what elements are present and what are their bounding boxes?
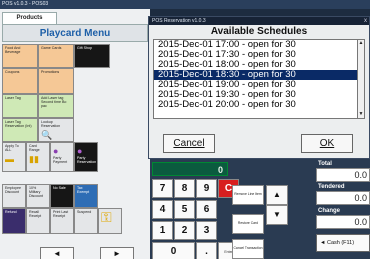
- tile-add-laser-tag[interactable]: Add Laser tag Second time Bo pac: [38, 94, 74, 118]
- tile-promotions[interactable]: Promotions: [38, 68, 74, 94]
- tile-party-reservation[interactable]: ● Party Reservation: [74, 142, 98, 172]
- card-icon: ▬: [5, 154, 14, 164]
- schedule-scrollbar[interactable]: ▲ ▼: [357, 39, 365, 119]
- tile-no-sale[interactable]: No Sale: [50, 184, 74, 208]
- tile-suspend[interactable]: Suspend: [74, 208, 98, 234]
- close-icon[interactable]: x: [364, 17, 367, 25]
- cancel-transaction-button[interactable]: Cancel Transaction: [232, 239, 264, 259]
- scroll-down-button[interactable]: ▼: [266, 205, 288, 225]
- remove-line-item-button[interactable]: Remove Line Item: [232, 185, 264, 205]
- schedule-item[interactable]: 2015-Dec-01 20:00 - open for 30: [154, 100, 358, 110]
- dialog-title: POS Reservation v1.0.3: [152, 18, 206, 24]
- playcard-panel: Products Playcard Menu Food And Beverage…: [0, 9, 150, 259]
- prev-page-button[interactable]: ◄: [40, 247, 74, 259]
- schedule-list[interactable]: 2015-Dec-01 17:00 - open for 30 2015-Dec…: [153, 39, 359, 119]
- key-2[interactable]: 2: [174, 221, 195, 240]
- tile-lookup-reservation-label: Lookup Reservation: [41, 120, 61, 128]
- tile-party-reservation-label: Party Reservation: [77, 156, 97, 164]
- tile-employee-discount[interactable]: Employee Discount: [2, 184, 26, 208]
- tendered-value: 0.0: [316, 191, 370, 205]
- key-0[interactable]: 0: [152, 242, 195, 259]
- reservation-dialog: POS Reservation v1.0.3 x Available Sched…: [148, 16, 370, 159]
- tile-party-payment[interactable]: ● Party Payment: [50, 142, 74, 172]
- scroll-down-icon[interactable]: ▼: [358, 111, 364, 118]
- key-decimal[interactable]: .: [196, 242, 217, 259]
- dialog-heading: Available Schedules: [210, 26, 308, 37]
- cancel-button[interactable]: Cancel: [163, 134, 215, 153]
- key-icon: ⚿: [101, 209, 112, 225]
- change-label: Change: [318, 208, 341, 214]
- tile-key[interactable]: ⚿: [98, 208, 122, 234]
- tab-products[interactable]: Products: [2, 12, 57, 24]
- key-3[interactable]: 3: [196, 221, 217, 240]
- tile-refund[interactable]: Refund: [2, 208, 26, 234]
- tile-lookup-reservation[interactable]: Lookup Reservation 🔍: [38, 118, 74, 142]
- tile-recall-receipt[interactable]: Recall Receipt: [26, 208, 50, 234]
- window-title: POS v1.0.3 - POS03: [0, 0, 370, 9]
- tile-tax-exempt[interactable]: Tax Exempt: [74, 184, 98, 208]
- magnifier-icon: 🔍: [41, 130, 53, 140]
- tile-gift-shop[interactable]: Gift Shop: [74, 44, 110, 68]
- change-value: 0.0: [316, 215, 370, 229]
- total-value: 0.0: [316, 168, 370, 182]
- key-7[interactable]: 7: [152, 179, 173, 198]
- amount-display: 0: [152, 162, 228, 176]
- tile-coupons[interactable]: Coupons: [2, 68, 38, 94]
- key-8[interactable]: 8: [174, 179, 195, 198]
- tile-laser-tag-reservation[interactable]: Laser Tag Reservation (Int): [2, 118, 38, 142]
- party-icon: ●: [53, 146, 59, 156]
- tile-apply-to-all-label: Apply To ALL: [5, 144, 19, 152]
- cash-button[interactable]: ◄ Cash (F11): [316, 234, 370, 252]
- cards-icon: ▮▮: [29, 154, 39, 164]
- key-6[interactable]: 6: [196, 200, 217, 219]
- key-9[interactable]: 9: [196, 179, 217, 198]
- tile-card-range[interactable]: Card Range ▮▮: [26, 142, 50, 172]
- dialog-titlebar: POS Reservation v1.0.3 x: [149, 17, 369, 25]
- tile-card-range-label: Card Range: [29, 144, 40, 152]
- tile-game-cards[interactable]: Game Cards: [38, 44, 74, 68]
- key-4[interactable]: 4: [152, 200, 173, 219]
- tile-food-beverage[interactable]: Food And Beverage: [2, 44, 38, 68]
- key-5[interactable]: 5: [174, 200, 195, 219]
- ok-button[interactable]: OK: [301, 134, 353, 153]
- total-label: Total: [318, 161, 332, 167]
- scroll-up-button[interactable]: ▲: [266, 185, 288, 205]
- tile-laser-tag[interactable]: Laser Tag: [2, 94, 38, 118]
- tile-apply-to-all[interactable]: Apply To ALL ▬: [2, 142, 26, 172]
- scroll-up-icon[interactable]: ▲: [358, 40, 364, 47]
- tile-party-payment-label: Party Payment: [53, 156, 68, 164]
- tile-military-discount[interactable]: 10% Military Discount: [26, 184, 50, 208]
- next-page-button[interactable]: ►: [100, 247, 134, 259]
- tendered-label: Tendered: [318, 184, 345, 190]
- restore-card-button[interactable]: Restore Card: [232, 214, 264, 234]
- tile-print-last-receipt[interactable]: Print Last Receipt: [50, 208, 74, 234]
- party-icon: ●: [77, 146, 83, 156]
- key-1[interactable]: 1: [152, 221, 173, 240]
- playcard-menu-title: Playcard Menu: [2, 24, 148, 42]
